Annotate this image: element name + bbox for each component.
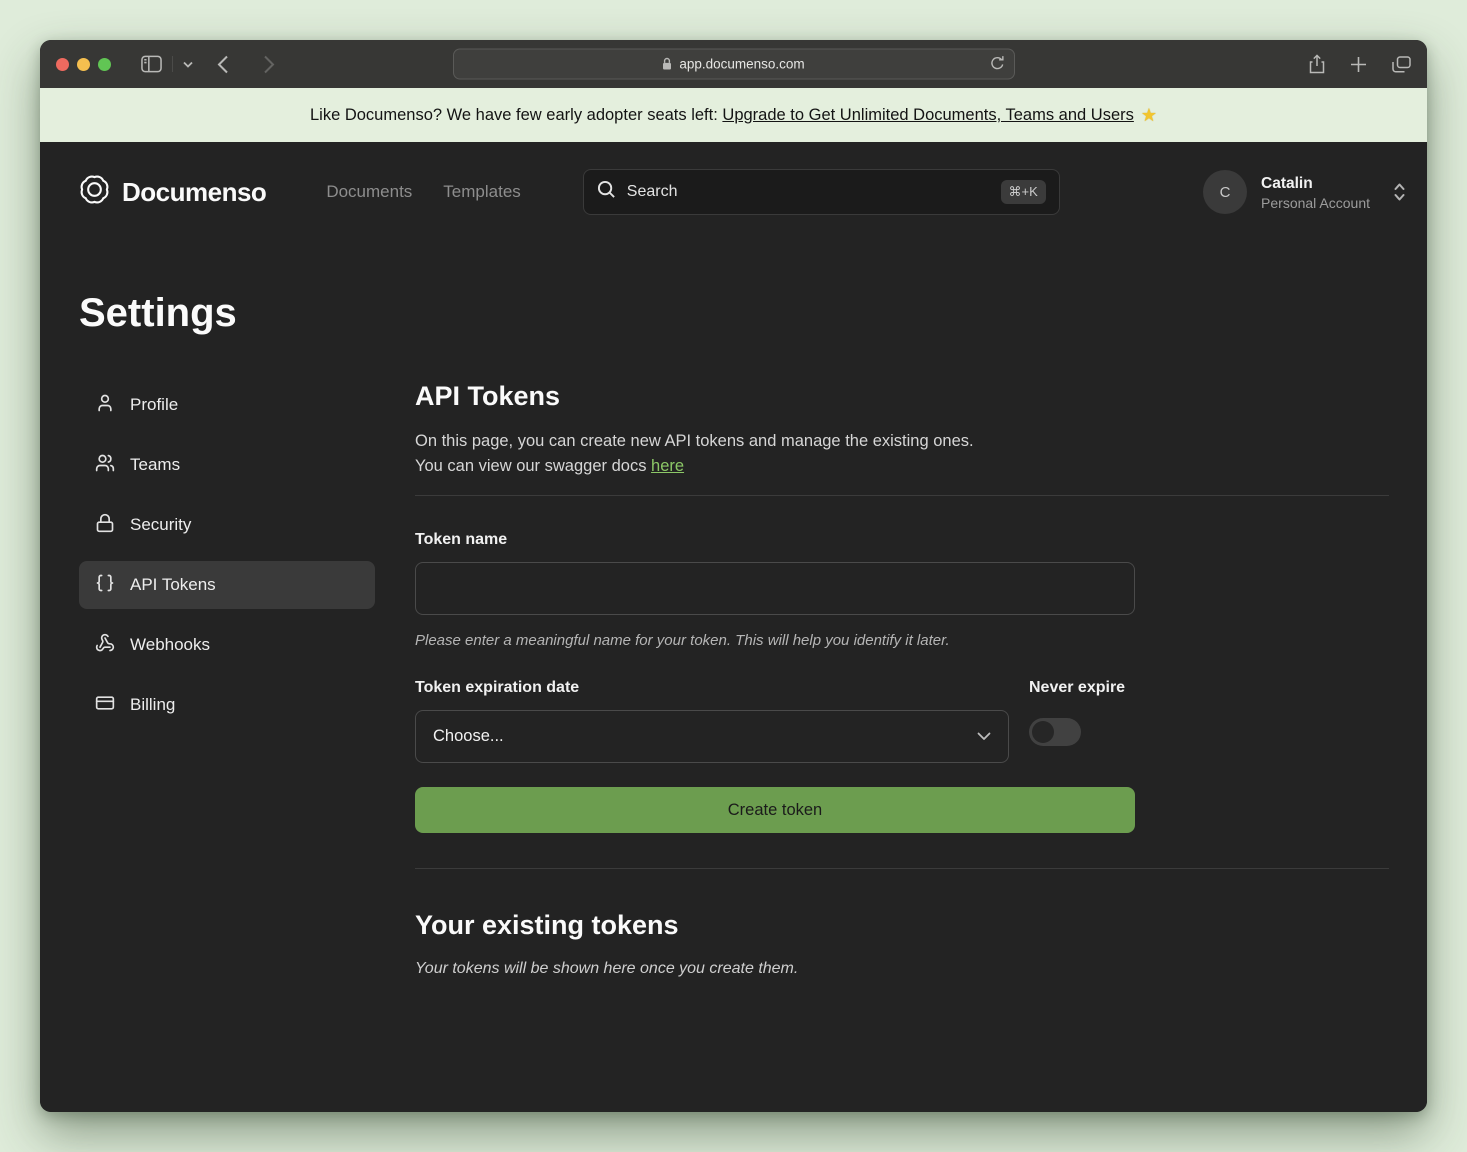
divider [415, 495, 1389, 496]
reload-icon[interactable] [990, 55, 1005, 72]
token-name-input[interactable] [415, 562, 1135, 615]
sidebar-item-teams[interactable]: Teams [79, 441, 375, 489]
section-description-line1: On this page, you can create new API tok… [415, 429, 1389, 454]
account-name: Catalin [1261, 173, 1370, 194]
divider [415, 868, 1389, 869]
upgrade-link[interactable]: Upgrade to Get Unlimited Documents, Team… [722, 106, 1133, 125]
search-shortcut-badge: ⌘+K [1001, 180, 1046, 204]
settings-sidebar: Profile Teams [79, 381, 375, 978]
sidebar-toggle-icon[interactable] [141, 55, 162, 73]
close-window-button[interactable] [56, 58, 69, 71]
documenso-app: Documenso Documents Templates Search ⌘+K… [40, 142, 1427, 1112]
search-input[interactable]: Search ⌘+K [583, 169, 1060, 215]
sidebar-item-label: API Tokens [130, 575, 216, 595]
webhook-icon [95, 633, 115, 658]
main-nav: Documents Templates [326, 182, 520, 202]
sidebar-item-label: Profile [130, 395, 178, 415]
token-name-hint: Please enter a meaningful name for your … [415, 632, 1135, 649]
sidebar-chevron-down-icon[interactable] [183, 61, 193, 68]
sidebar-item-security[interactable]: Security [79, 501, 375, 549]
forward-button[interactable] [263, 55, 275, 74]
search-icon [597, 180, 616, 204]
expiration-label: Token expiration date [415, 679, 1009, 697]
maximize-window-button[interactable] [98, 58, 111, 71]
swagger-docs-link[interactable]: here [651, 457, 684, 475]
lock-icon [662, 58, 672, 71]
address-bar[interactable]: app.documenso.com [453, 49, 1015, 80]
search-placeholder: Search [627, 183, 990, 201]
chevron-up-down-icon [1392, 181, 1407, 203]
existing-tokens-empty-text: Your tokens will be shown here once you … [415, 960, 1389, 978]
expiration-select[interactable]: Choose... [415, 710, 1009, 763]
sidebar-item-billing[interactable]: Billing [79, 681, 375, 729]
toggle-knob [1032, 721, 1054, 743]
chevron-down-icon [977, 727, 991, 746]
sidebar-item-webhooks[interactable]: Webhooks [79, 621, 375, 669]
sidebar-item-label: Billing [130, 695, 175, 715]
token-name-label: Token name [415, 531, 1135, 549]
documenso-logo-icon [78, 173, 111, 211]
never-expire-label: Never expire [1029, 679, 1135, 697]
share-icon[interactable] [1309, 54, 1325, 74]
user-icon [95, 393, 115, 418]
account-type: Personal Account [1261, 194, 1370, 212]
star-icon: ★ [1141, 105, 1157, 126]
new-tab-icon[interactable] [1350, 56, 1367, 73]
upgrade-banner: Like Documenso? We have few early adopte… [40, 88, 1427, 142]
sidebar-item-profile[interactable]: Profile [79, 381, 375, 429]
url-text: app.documenso.com [679, 57, 804, 72]
section-title: API Tokens [415, 381, 1389, 412]
account-menu[interactable]: C Catalin Personal Account [1203, 170, 1407, 214]
brand[interactable]: Documenso [78, 173, 266, 211]
create-token-button[interactable]: Create token [415, 787, 1135, 833]
lock-icon [95, 513, 115, 538]
minimize-window-button[interactable] [77, 58, 90, 71]
credit-card-icon [95, 693, 115, 718]
traffic-lights [56, 58, 111, 71]
api-tokens-panel: API Tokens On this page, you can create … [415, 381, 1389, 978]
app-header: Documenso Documents Templates Search ⌘+K… [40, 142, 1427, 215]
braces-icon [95, 573, 115, 598]
existing-tokens-title: Your existing tokens [415, 910, 1389, 941]
browser-titlebar: app.documenso.com [40, 40, 1427, 88]
brand-name: Documenso [122, 177, 266, 208]
avatar: C [1203, 170, 1247, 214]
tab-overview-icon[interactable] [1392, 56, 1411, 73]
toolbar-separator [172, 56, 173, 72]
page-title: Settings [79, 291, 1389, 336]
section-description-line2: You can view our swagger docs here [415, 454, 1389, 479]
back-button[interactable] [217, 55, 229, 74]
sidebar-item-api-tokens[interactable]: API Tokens [79, 561, 375, 609]
sidebar-item-label: Teams [130, 455, 180, 475]
sidebar-item-label: Security [130, 515, 191, 535]
browser-window: app.documenso.com [40, 40, 1427, 1112]
users-icon [95, 453, 115, 478]
never-expire-toggle[interactable] [1029, 718, 1081, 746]
expiration-value: Choose... [433, 727, 504, 746]
settings-page: Settings Profile [40, 291, 1427, 978]
sidebar-item-label: Webhooks [130, 635, 210, 655]
nav-documents[interactable]: Documents [326, 182, 412, 202]
banner-text: Like Documenso? We have few early adopte… [310, 106, 722, 125]
nav-templates[interactable]: Templates [443, 182, 520, 202]
